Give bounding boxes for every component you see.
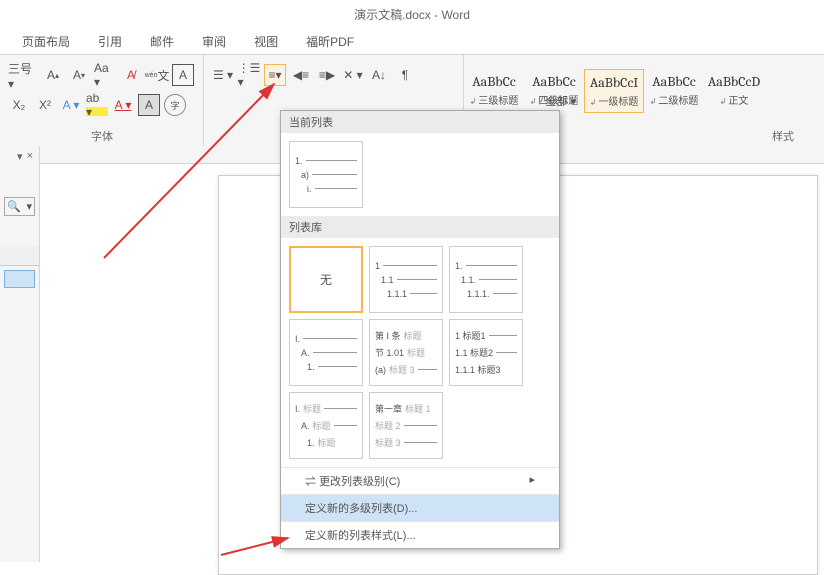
dd-item-4[interactable]: 第 I 条标题 节 1.01标题 (a)标题 3 xyxy=(369,319,443,386)
superscript-button[interactable]: X² xyxy=(34,94,56,116)
character-shading-button[interactable]: A xyxy=(138,94,160,116)
show-marks-button[interactable]: ¶ xyxy=(394,64,416,86)
highlight-button[interactable]: ab ▾ xyxy=(86,94,108,116)
dd-item-7[interactable]: 第一章标题 1 标题 2 标题 3 xyxy=(369,392,443,459)
style-body[interactable]: AaBbCcD ↲正文 xyxy=(704,69,764,111)
style-heading2[interactable]: AaBbCc ↲二级标题 xyxy=(644,69,704,111)
change-case-button[interactable]: Aa ▾ xyxy=(94,64,116,86)
ribbon-tabs: 页面布局 引用 邮件 审阅 视图 福昕PDF xyxy=(0,29,824,55)
subscript-button[interactable]: X₂ xyxy=(8,94,30,116)
enclose-button[interactable]: 字 xyxy=(164,94,186,116)
nav-tabs[interactable] xyxy=(0,246,39,266)
font-group-label: 字体 xyxy=(0,128,204,144)
tab-references[interactable]: 引用 xyxy=(84,29,136,54)
sort-button[interactable]: A↓ xyxy=(368,64,390,86)
dd-item-2[interactable]: 1. 1.1. 1.1.1. xyxy=(449,246,523,313)
dd-define-new-style[interactable]: 定义新的列表样式(L)... xyxy=(281,521,559,548)
nav-close-icon[interactable]: × xyxy=(27,150,33,163)
indent-left-button[interactable]: ◀≡ xyxy=(290,64,312,86)
dd-change-level[interactable]: ⇌ 更改列表级别(C)▸ xyxy=(281,467,559,494)
dd-none[interactable]: 无 xyxy=(289,246,363,313)
tab-review[interactable]: 审阅 xyxy=(188,29,240,54)
style-heading3[interactable]: AaBbCc ↲三级标题 xyxy=(464,69,524,111)
multilevel-list-button[interactable]: ≡▾ xyxy=(264,64,286,86)
font-size-button[interactable]: 三号 ▾ xyxy=(8,64,38,86)
nav-search[interactable]: 🔍 ▾ xyxy=(4,197,35,216)
dd-item-1[interactable]: 1 1.1 1.1.1 xyxy=(369,246,443,313)
numbering-button[interactable]: ⋮☰ ▾ xyxy=(238,64,260,86)
phonetic-button[interactable]: wén文 xyxy=(146,64,168,86)
styles-group-label: 样式 xyxy=(772,128,794,144)
window-title: 演示文稿.docx - Word xyxy=(0,0,824,29)
tab-foxit[interactable]: 福昕PDF xyxy=(292,29,368,54)
all-dropdown[interactable]: 全部 ▾ xyxy=(545,93,576,109)
character-border-button[interactable]: A xyxy=(172,64,194,86)
indent-right-button[interactable]: ≡▶ xyxy=(316,64,338,86)
font-color-button[interactable]: A ▾ xyxy=(112,94,134,116)
dd-current-item[interactable]: 1. a) i. xyxy=(289,141,363,208)
tab-mail[interactable]: 邮件 xyxy=(136,29,188,54)
search-icon: 🔍 xyxy=(7,200,21,213)
text-effect-button[interactable]: A ▾ xyxy=(60,94,82,116)
dd-define-new-list[interactable]: 定义新的多级列表(D)... xyxy=(281,494,559,521)
shrink-font-button[interactable]: A▾ xyxy=(68,64,90,86)
tab-layout[interactable]: 页面布局 xyxy=(8,29,84,54)
tab-view[interactable]: 视图 xyxy=(240,29,292,54)
bullets-button[interactable]: ☰ ▾ xyxy=(212,64,234,86)
asian-layout-button[interactable]: ✕ ▾ xyxy=(342,64,364,86)
nav-dropdown-icon[interactable]: ▾ xyxy=(17,150,23,163)
dd-current-header: 当前列表 xyxy=(281,111,559,133)
dd-item-5[interactable]: 1 标题1 1.1 标题2 1.1.1 标题3 xyxy=(449,319,523,386)
dd-item-6[interactable]: I.标题 A.标题 1.标题 xyxy=(289,392,363,459)
font-group: 三号 ▾ A▴ A▾ Aa ▾ A̸ wén文 A X₂ X² A ▾ ab ▾… xyxy=(0,55,204,146)
dd-item-3[interactable]: I. A. 1. xyxy=(289,319,363,386)
nav-item[interactable] xyxy=(4,270,35,288)
dd-library-header: 列表库 xyxy=(281,216,559,238)
multilevel-dropdown: 当前列表 1. a) i. 列表库 无 1 1.1 1.1.1 1. 1.1. … xyxy=(280,110,560,549)
grow-font-button[interactable]: A▴ xyxy=(42,64,64,86)
navigation-pane: ▾ × 🔍 ▾ xyxy=(0,146,40,562)
clear-format-button[interactable]: A̸ xyxy=(120,64,142,86)
style-heading1[interactable]: AaBbCcI ↲一级标题 xyxy=(584,69,644,113)
